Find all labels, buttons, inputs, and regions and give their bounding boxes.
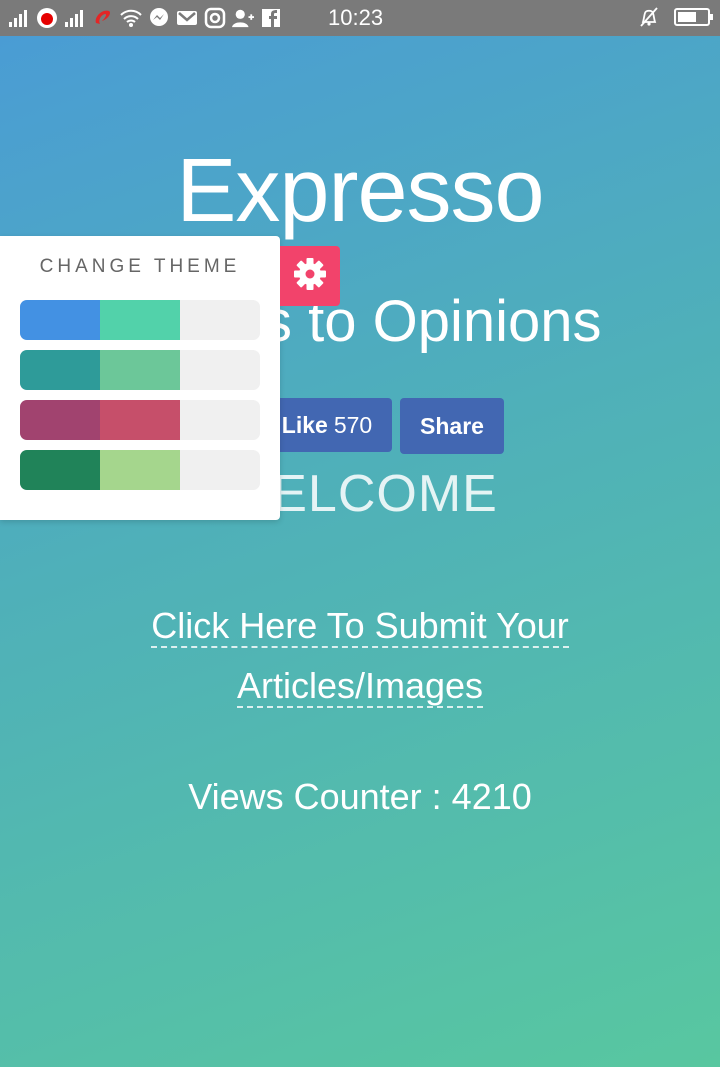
theme-option[interactable] [20,300,260,340]
notification-icons [8,5,282,31]
views-counter: Views Counter : 4210 [188,776,532,817]
clock: 10:23 [328,5,384,30]
like-label: Like [281,411,328,438]
gear-icon [293,257,327,296]
theme-panel: CHANGE THEME [0,236,280,520]
submit-link-line1[interactable]: Click Here To Submit Your [151,605,569,648]
vodafone-icon [36,7,58,29]
wifi-icon [120,7,142,29]
theme-secondary-color [100,300,180,340]
gmail-icon [176,7,198,29]
add-user-icon [232,7,254,29]
status-right [638,6,713,28]
theme-primary-color [20,400,100,440]
instagram-icon [204,7,226,29]
theme-primary-color [20,350,100,390]
theme-primary-color [20,450,100,490]
submit-articles-link[interactable]: Click Here To Submit Your Articles/Image… [100,596,620,716]
theme-secondary-color [100,350,180,390]
submit-link-line2[interactable]: Articles/Images [236,665,484,708]
facebook-like-button[interactable]: Like 570 [262,398,392,452]
theme-secondary-color [100,450,180,490]
battery-level [678,12,697,22]
theme-option[interactable] [20,350,260,390]
theme-option[interactable] [20,450,260,490]
page-title: Expresso [176,141,544,241]
signal-icon [64,7,86,29]
facebook-icon [260,7,282,29]
battery-icon [674,8,713,26]
theme-secondary-color [100,400,180,440]
airtel-icon [92,7,114,29]
theme-primary-color [20,300,100,340]
theme-toggle-button[interactable] [280,246,340,306]
theme-panel-heading: CHANGE THEME [39,256,241,277]
signal-icon [8,7,30,29]
like-count: 570 [333,411,373,438]
messenger-icon [148,7,170,29]
bell-off-icon [638,6,660,28]
theme-option[interactable] [20,400,260,440]
status-bar: 10:23 [0,0,720,36]
facebook-share-button[interactable]: Share [400,398,504,454]
